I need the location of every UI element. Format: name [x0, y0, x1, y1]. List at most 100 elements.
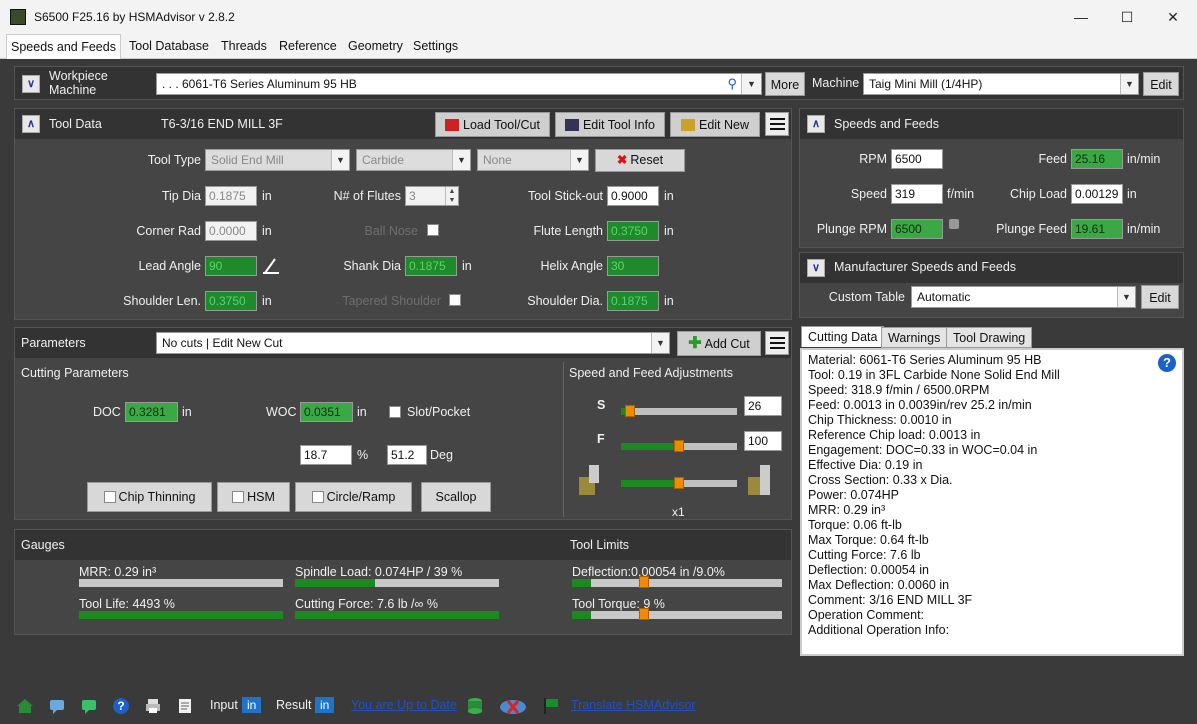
load-tool-button[interactable]: Load Tool/Cut: [435, 112, 550, 137]
lock-icon[interactable]: [949, 219, 959, 229]
collapse-icon[interactable]: ∧: [22, 115, 40, 133]
chat-icon[interactable]: [48, 697, 66, 715]
chevron-down-icon[interactable]: ▼: [741, 74, 761, 94]
feed-slider-handle[interactable]: [674, 440, 684, 452]
update-status-link[interactable]: You are Up to Date: [351, 698, 457, 712]
info-line: Deflection: 0.00054 in: [808, 563, 929, 577]
tool-material-select[interactable]: Carbide ▼: [356, 149, 471, 171]
comment-icon[interactable]: [80, 697, 98, 715]
slot-pocket-checkbox[interactable]: [389, 406, 401, 418]
deflection-gauge: [572, 579, 782, 587]
chevron-down-icon[interactable]: ▼: [1120, 74, 1138, 94]
help-icon[interactable]: ?: [112, 697, 130, 715]
input-units-toggle[interactable]: in: [242, 697, 262, 713]
speed-feed-adjust-label: Speed and Feed Adjustments: [569, 366, 734, 380]
flutes-stepper[interactable]: 3 ▲ ▼: [405, 186, 459, 206]
edit-new-button[interactable]: Edit New: [670, 112, 760, 137]
scallop-button[interactable]: Scallop: [421, 482, 491, 512]
more-button[interactable]: More: [765, 72, 805, 96]
edit-tool-info-button[interactable]: Edit Tool Info: [555, 112, 665, 137]
tool-length-slider-handle[interactable]: [674, 477, 684, 489]
chevron-down-icon[interactable]: ▼: [651, 333, 669, 353]
helix-angle-input[interactable]: 30: [607, 256, 659, 276]
material-select[interactable]: . . . 6061-T6 Series Aluminum 95 HB ⚲ ▼: [156, 73, 762, 95]
database-icon[interactable]: [466, 697, 484, 715]
circle-ramp-button[interactable]: Circle/Ramp: [295, 482, 412, 512]
cut-select[interactable]: No cuts | Edit New Cut ▼: [156, 332, 670, 354]
woc-input[interactable]: 0.0351: [300, 402, 353, 422]
speed-slider-handle[interactable]: [625, 405, 636, 417]
material-value: . . . 6061-T6 Series Aluminum 95 HB: [162, 77, 357, 91]
rpm-input[interactable]: 6500: [891, 149, 943, 169]
tool-name: T6-3/16 END MILL 3F: [161, 117, 283, 131]
hsm-checkbox[interactable]: [232, 491, 245, 503]
machine-select[interactable]: Taig Mini Mill (1/4HP) ▼: [863, 73, 1139, 95]
search-icon[interactable]: ⚲: [727, 74, 737, 94]
custom-table-select[interactable]: Automatic ▼: [911, 286, 1136, 308]
hsm-button[interactable]: HSM: [217, 482, 290, 512]
shoulder-len-input[interactable]: 0.3750: [205, 291, 257, 311]
chip-load-input[interactable]: 0.00129: [1071, 184, 1123, 204]
home-icon[interactable]: [16, 697, 34, 715]
cut-menu-icon[interactable]: [765, 331, 789, 355]
close-icon[interactable]: ✕: [1150, 0, 1196, 34]
engagement-angle-input[interactable]: 51.2: [387, 445, 427, 465]
tool-short-icon: [579, 465, 599, 495]
shoulder-dia-input[interactable]: 0.1875: [607, 291, 659, 311]
spin-icon[interactable]: ▲ ▼: [445, 187, 458, 205]
circle-ramp-checkbox[interactable]: [311, 491, 324, 503]
print-icon[interactable]: [144, 697, 162, 715]
tapered-shoulder-checkbox[interactable]: [449, 294, 461, 306]
cloud-sync-icon[interactable]: [498, 697, 528, 715]
machine-edit-button[interactable]: Edit: [1143, 72, 1179, 96]
translate-link[interactable]: Translate HSMAdvisor: [571, 698, 696, 712]
tab-settings[interactable]: Settings: [409, 34, 462, 59]
tool-menu-icon[interactable]: [765, 112, 789, 136]
tab-speeds-and-feeds[interactable]: Speeds and Feeds: [6, 34, 121, 59]
tab-tool-database[interactable]: Tool Database: [125, 34, 213, 59]
coating-select[interactable]: None ▼: [477, 149, 589, 171]
plunge-rpm-input[interactable]: 6500: [891, 219, 943, 239]
shoulder-len-label: Shoulder Len.: [123, 294, 201, 308]
tab-reference[interactable]: Reference: [275, 34, 341, 59]
tab-cutting-data[interactable]: Cutting Data: [801, 326, 885, 347]
flag-icon[interactable]: [542, 697, 560, 715]
tab-warnings[interactable]: Warnings: [881, 327, 948, 348]
flute-length-input[interactable]: 0.3750: [607, 221, 659, 241]
maximize-icon[interactable]: ☐: [1104, 0, 1150, 34]
info-line: Reference Chip load: 0.0013 in: [808, 428, 981, 442]
custom-table-edit-button[interactable]: Edit: [1141, 285, 1179, 309]
shank-dia-input[interactable]: 0.1875: [405, 256, 457, 276]
tool-type-select[interactable]: Solid End Mill ▼: [205, 149, 350, 171]
collapse-icon[interactable]: ∧: [807, 115, 825, 133]
result-units-toggle[interactable]: in: [315, 697, 335, 713]
tab-tool-drawing[interactable]: Tool Drawing: [946, 327, 1033, 348]
speed-slider[interactable]: [621, 408, 737, 415]
tab-geometry[interactable]: Geometry: [344, 34, 407, 59]
corner-rad-input[interactable]: 0.0000: [205, 221, 257, 241]
collapse-icon[interactable]: ∨: [22, 75, 40, 93]
stickout-input[interactable]: 0.9000: [607, 186, 659, 206]
speed-adjust-input[interactable]: 26: [744, 396, 782, 416]
gauges-title: Gauges: [21, 538, 65, 552]
reset-button[interactable]: ✖ Reset: [595, 149, 685, 172]
woc-percent-input[interactable]: 18.7: [300, 445, 352, 465]
expand-icon[interactable]: ∨: [807, 259, 825, 277]
minimize-icon[interactable]: —: [1058, 0, 1104, 34]
speed-input[interactable]: 319: [891, 184, 943, 204]
chip-thinning-button[interactable]: Chip Thinning: [87, 482, 212, 512]
tip-dia-input[interactable]: 0.1875: [205, 186, 257, 206]
doc-input[interactable]: 0.3281: [125, 402, 178, 422]
help-icon[interactable]: ?: [1158, 354, 1176, 372]
notes-icon[interactable]: [176, 697, 194, 715]
speed-unit-label: f/min: [947, 187, 975, 201]
chevron-down-icon[interactable]: ▼: [1117, 287, 1135, 307]
feed-input[interactable]: 25.16: [1071, 149, 1123, 169]
chip-thinning-checkbox[interactable]: [103, 491, 116, 503]
lead-angle-input[interactable]: 90: [205, 256, 257, 276]
plunge-feed-input[interactable]: 19.61: [1071, 219, 1123, 239]
add-cut-button[interactable]: ✚ Add Cut: [677, 331, 761, 356]
ball-nose-checkbox[interactable]: [427, 224, 439, 236]
feed-adjust-input[interactable]: 100: [744, 431, 782, 451]
tab-threads[interactable]: Threads: [217, 34, 271, 59]
